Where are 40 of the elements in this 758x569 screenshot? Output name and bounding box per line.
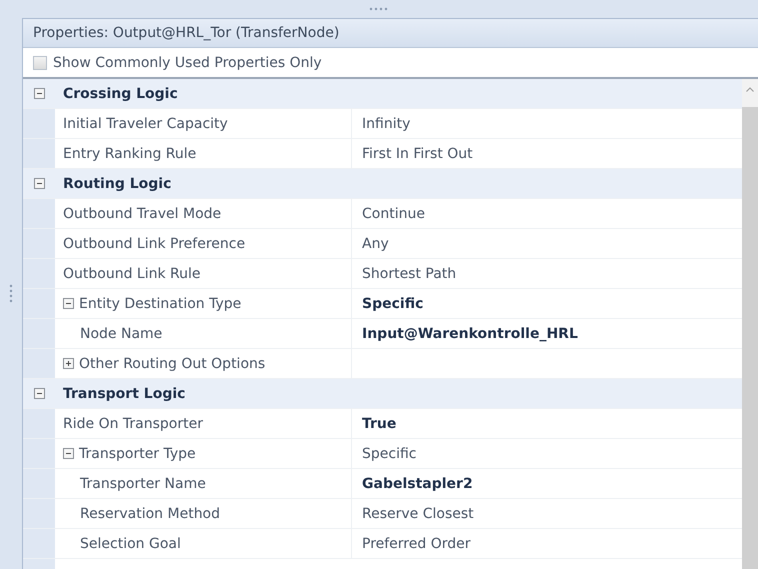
property-name: Reservation Method <box>80 506 220 522</box>
property-value[interactable]: Gabelstapler2 <box>362 476 473 492</box>
property-value[interactable]: Specific <box>362 446 416 462</box>
checkbox[interactable] <box>33 56 47 70</box>
scrollbar[interactable] <box>742 79 758 569</box>
property-name: Other Routing Out Options <box>79 356 266 372</box>
splitter-grip-icon[interactable] <box>369 7 389 11</box>
splitter-grip-icon[interactable] <box>9 284 13 304</box>
property-value[interactable]: Continue <box>362 206 425 222</box>
category-header: Transport Logic <box>63 386 186 402</box>
property-value[interactable]: Reserve Closest <box>362 506 474 522</box>
collapse-icon[interactable] <box>63 298 74 309</box>
property-name: Node Name <box>80 326 162 342</box>
property-value[interactable]: Any <box>362 236 389 252</box>
panel-title: Properties: Output@HRL_Tor (TransferNode) <box>33 25 340 41</box>
property-value[interactable]: Specific <box>362 296 424 312</box>
category-header: Routing Logic <box>63 176 172 192</box>
collapse-icon[interactable] <box>63 448 74 459</box>
property-name: Outbound Link Rule <box>63 266 201 282</box>
property-name: Entry Ranking Rule <box>63 146 196 162</box>
property-value[interactable]: Infinity <box>362 116 410 132</box>
property-value[interactable]: Shortest Path <box>362 266 456 282</box>
property-value[interactable]: First In First Out <box>362 146 473 162</box>
property-name: Selection Goal <box>80 536 181 552</box>
property-name: Entity Destination Type <box>79 296 242 312</box>
property-name: Ride On Transporter <box>63 416 203 432</box>
property-name: Transporter Type <box>79 446 196 462</box>
property-name: Initial Traveler Capacity <box>63 116 228 132</box>
property-name: Outbound Link Preference <box>63 236 246 252</box>
collapse-icon[interactable] <box>34 178 44 189</box>
property-value[interactable]: True <box>362 416 396 432</box>
collapse-icon[interactable] <box>34 388 44 399</box>
property-value[interactable]: Preferred Order <box>362 536 470 552</box>
property-name: Transporter Name <box>80 476 206 492</box>
property-value[interactable]: Input@Warenkontrolle_HRL <box>362 326 578 342</box>
category-header: Crossing Logic <box>63 86 178 102</box>
property-name: Outbound Travel Mode <box>63 206 222 222</box>
expand-icon[interactable] <box>63 358 74 369</box>
collapse-icon[interactable] <box>34 88 44 99</box>
checkbox-label[interactable]: Show Commonly Used Properties Only <box>53 54 322 70</box>
